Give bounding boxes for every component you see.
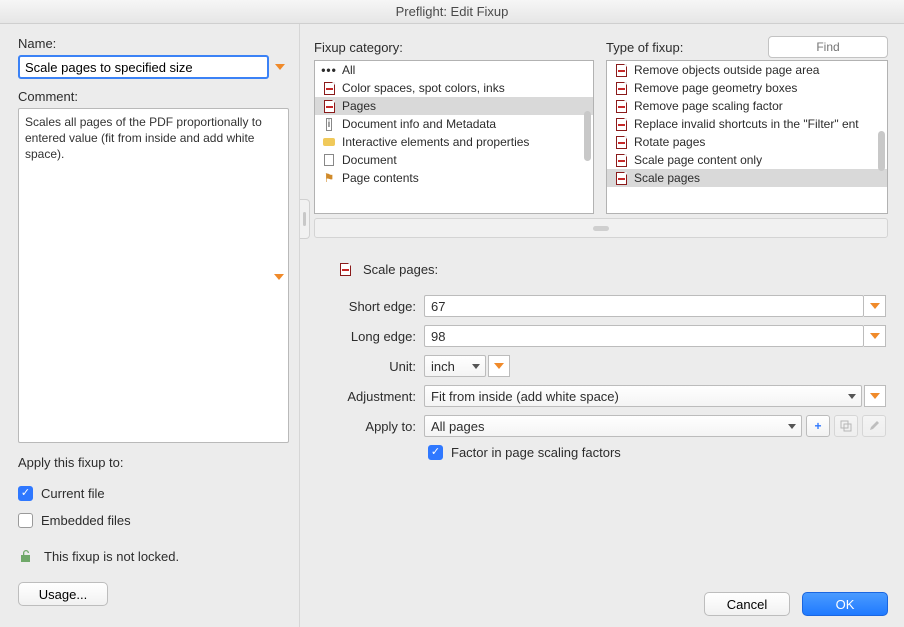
embedded-files-checkbox[interactable]: Embedded files: [18, 513, 289, 528]
panel-collapse-handle[interactable]: [300, 199, 310, 239]
type-item[interactable]: Remove objects outside page area: [607, 61, 887, 79]
category-icon: [321, 81, 337, 95]
adjustment-select[interactable]: Fit from inside (add white space): [424, 385, 862, 407]
type-label: Scale page content only: [634, 153, 762, 167]
edit-button[interactable]: [862, 415, 886, 437]
scrollbar[interactable]: [878, 131, 885, 171]
short-edge-input[interactable]: 67: [424, 295, 864, 317]
pdf-icon: [613, 153, 629, 167]
pdf-icon: [613, 63, 629, 77]
category-icon: i: [321, 117, 337, 131]
name-label: Name:: [18, 36, 289, 51]
category-icon: [321, 135, 337, 149]
form-heading: Scale pages:: [363, 262, 438, 277]
unit-dropdown-icon[interactable]: [488, 355, 510, 377]
category-label: Document: [342, 153, 397, 167]
category-item[interactable]: ••• All: [315, 61, 593, 79]
category-label: All: [342, 63, 355, 77]
unlock-icon: [18, 548, 34, 564]
pdf-icon: [613, 171, 629, 185]
category-item[interactable]: Interactive elements and properties: [315, 133, 593, 151]
usage-button[interactable]: Usage...: [18, 582, 108, 606]
factor-checkbox[interactable]: [428, 445, 443, 460]
type-label: Replace invalid shortcuts in the "Filter…: [634, 117, 859, 131]
add-page-range-button[interactable]: +: [806, 415, 830, 437]
category-label: Page contents: [342, 171, 419, 185]
type-item[interactable]: Remove page geometry boxes: [607, 79, 887, 97]
type-label: Remove page geometry boxes: [634, 81, 797, 95]
comment-text: Scales all pages of the PDF proportional…: [25, 115, 262, 161]
type-label: Rotate pages: [634, 135, 705, 149]
pdf-icon: [613, 135, 629, 149]
factor-label: Factor in page scaling factors: [451, 445, 621, 460]
category-label: Color spaces, spot colors, inks: [342, 81, 505, 95]
comment-label: Comment:: [18, 89, 289, 104]
type-of-fixup-label: Type of fixup:: [606, 40, 683, 55]
category-label: Pages: [342, 99, 376, 113]
pdf-icon: [613, 117, 629, 131]
name-dropdown-icon[interactable]: [271, 56, 289, 78]
checkbox-icon: [18, 486, 33, 501]
apply-to-label: Apply to:: [336, 419, 424, 434]
category-label: Document info and Metadata: [342, 117, 496, 131]
splitter-handle[interactable]: [314, 218, 888, 238]
window-title: Preflight: Edit Fixup: [0, 0, 904, 24]
right-panel: Fixup category: ••• All Color spaces, spot…: [300, 24, 904, 627]
unit-select[interactable]: inch: [424, 355, 486, 377]
ok-button[interactable]: OK: [802, 592, 888, 616]
type-label: Remove objects outside page area: [634, 63, 819, 77]
category-item[interactable]: Pages: [315, 97, 593, 115]
long-edge-label: Long edge:: [336, 329, 424, 344]
pdf-icon: [613, 81, 629, 95]
long-edge-dropdown-icon[interactable]: [864, 325, 886, 347]
category-icon: [321, 99, 337, 113]
comment-dropdown-icon[interactable]: [274, 274, 284, 280]
fixup-type-list[interactable]: Remove objects outside page area Remove p…: [606, 60, 888, 214]
category-icon: •••: [321, 63, 337, 77]
fixup-category-label: Fixup category:: [314, 40, 403, 55]
category-item[interactable]: Document: [315, 151, 593, 169]
short-edge-dropdown-icon[interactable]: [864, 295, 886, 317]
type-label: Scale pages: [634, 171, 700, 185]
type-item[interactable]: Scale page content only: [607, 151, 887, 169]
category-label: Interactive elements and properties: [342, 135, 529, 149]
apply-fixup-label: Apply this fixup to:: [18, 455, 289, 470]
name-input[interactable]: [18, 55, 269, 79]
fixup-category-list[interactable]: ••• All Color spaces, spot colors, inks Pag…: [314, 60, 594, 214]
type-item[interactable]: Replace invalid shortcuts in the "Filter…: [607, 115, 887, 133]
type-label: Remove page scaling factor: [634, 99, 783, 113]
type-item[interactable]: Scale pages: [607, 169, 887, 187]
apply-to-select[interactable]: All pages: [424, 415, 802, 437]
category-icon: ⚑: [321, 171, 337, 185]
cancel-button[interactable]: Cancel: [704, 592, 790, 616]
lock-status-text: This fixup is not locked.: [44, 549, 179, 564]
current-file-label: Current file: [41, 486, 105, 501]
pdf-icon: [340, 263, 351, 276]
embedded-files-label: Embedded files: [41, 513, 131, 528]
dialog-footer: Cancel OK: [300, 581, 904, 627]
type-item[interactable]: Rotate pages: [607, 133, 887, 151]
type-item[interactable]: Remove page scaling factor: [607, 97, 887, 115]
pdf-icon: [613, 99, 629, 113]
category-item[interactable]: Color spaces, spot colors, inks: [315, 79, 593, 97]
category-icon: [321, 153, 337, 167]
short-edge-label: Short edge:: [336, 299, 424, 314]
comment-textarea[interactable]: Scales all pages of the PDF proportional…: [18, 108, 289, 443]
checkbox-icon: [18, 513, 33, 528]
long-edge-input[interactable]: 98: [424, 325, 864, 347]
category-item[interactable]: ⚑ Page contents: [315, 169, 593, 187]
left-panel: Name: Comment: Scales all pages of the P…: [0, 24, 300, 627]
scrollbar[interactable]: [584, 111, 591, 161]
unit-label: Unit:: [336, 359, 424, 374]
adjustment-dropdown-icon[interactable]: [864, 385, 886, 407]
current-file-checkbox[interactable]: Current file: [18, 486, 289, 501]
duplicate-button[interactable]: [834, 415, 858, 437]
find-input[interactable]: [768, 36, 888, 58]
category-item[interactable]: i Document info and Metadata: [315, 115, 593, 133]
adjustment-label: Adjustment:: [336, 389, 424, 404]
